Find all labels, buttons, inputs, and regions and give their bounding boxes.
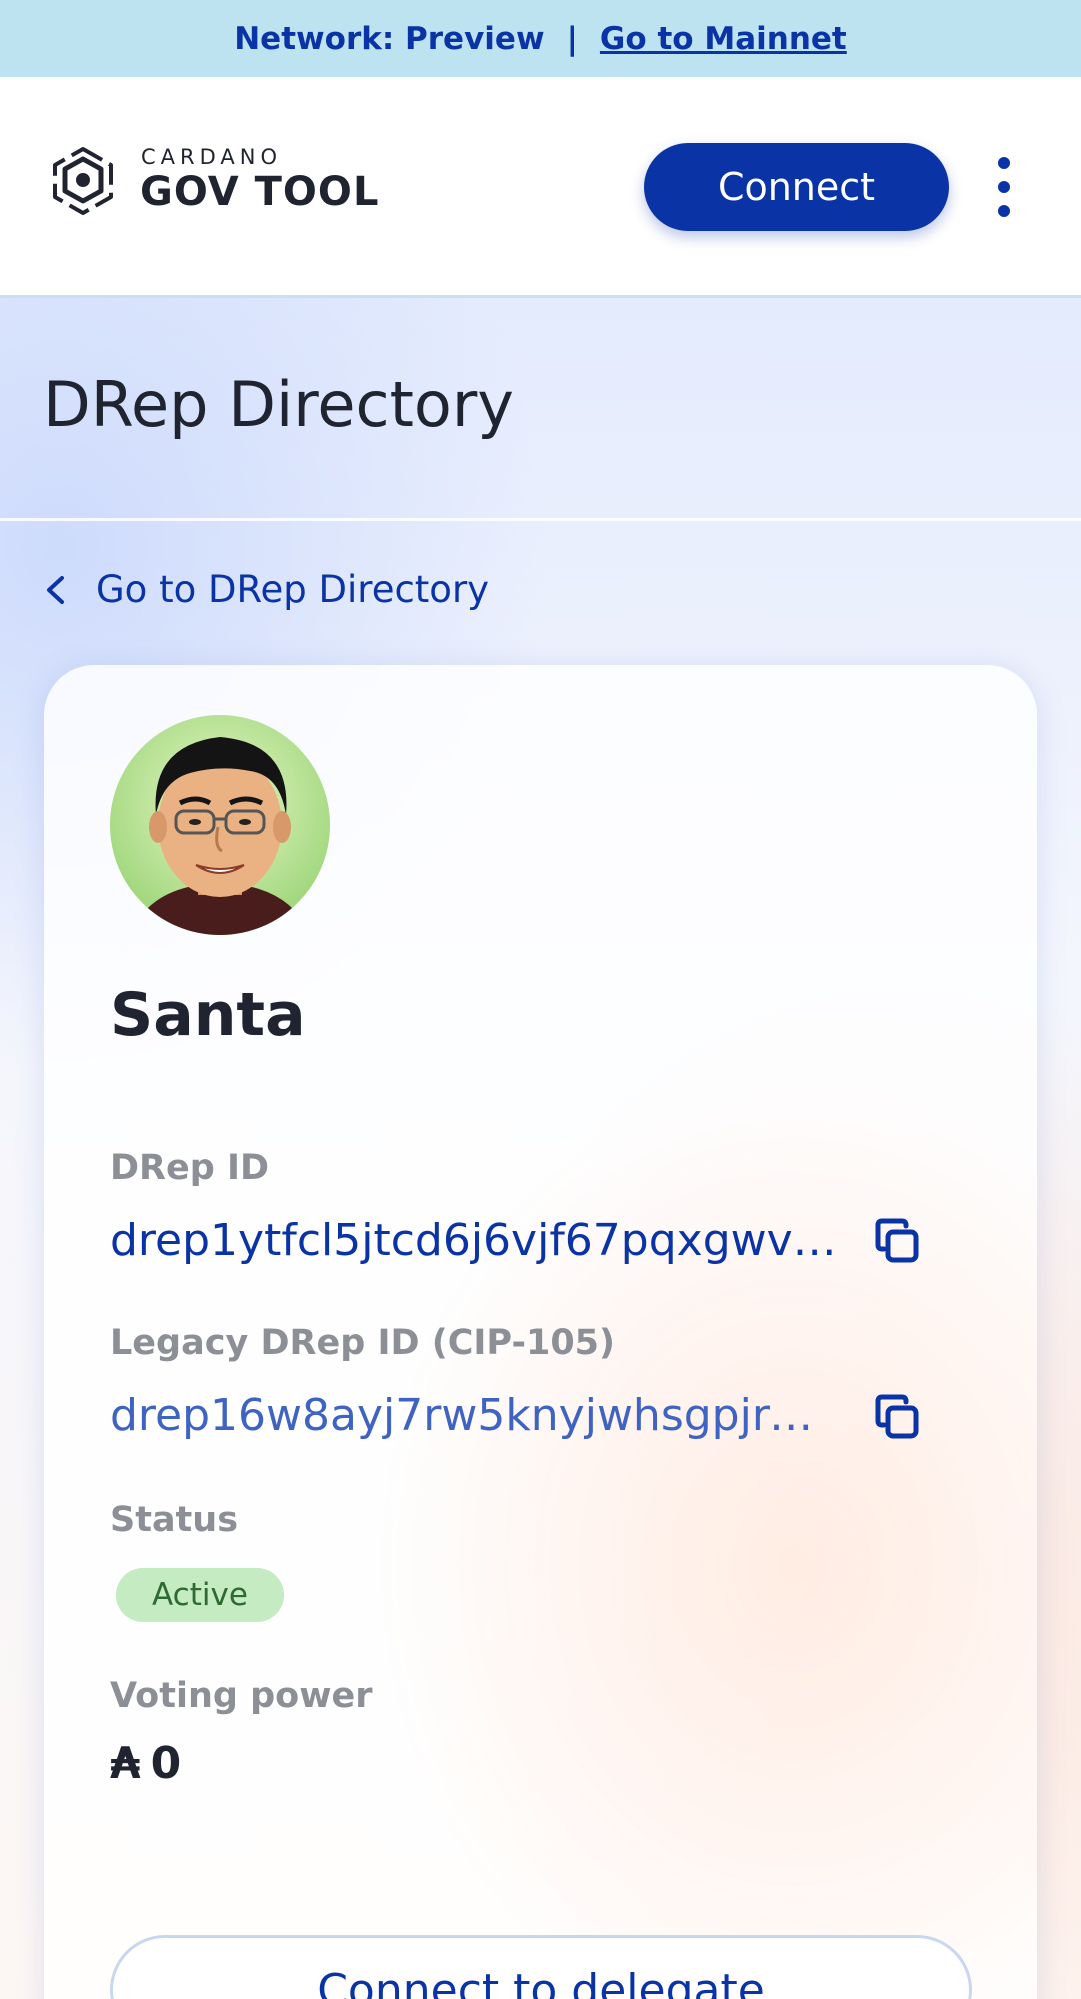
drep-avatar [110,715,330,935]
top-header: CARDANO GOV TOOL Connect [0,77,1081,298]
drep-id-label: DRep ID [110,1148,270,1188]
network-separator: | [566,20,578,57]
page-title: DRep Directory [43,368,514,441]
go-to-mainnet-link[interactable]: Go to Mainnet [600,21,847,57]
cartoon-portrait-avatar [110,715,330,935]
cardano-govtool-logo[interactable]: CARDANO GOV TOOL [43,145,383,225]
legacy-drep-id-label: Legacy DRep ID (CIP-105) [110,1323,616,1363]
ada-currency-icon: ₳ [110,1738,141,1789]
back-to-directory-link[interactable]: Go to DRep Directory [40,568,489,611]
chevron-left-icon [47,575,64,604]
logo-brand-main: GOV TOOL [140,169,380,215]
voting-power-label: Voting power [110,1676,373,1716]
drep-name: Santa [110,980,306,1050]
drep-id-value[interactable]: drep1ytfcl5jtcd6j6vjf67pqxgwv7… [110,1215,840,1266]
copy-legacy-drep-id-icon[interactable] [872,1392,924,1444]
status-label: Status [110,1500,239,1540]
connect-to-delegate-button[interactable]: Connect to delegate [110,1935,972,1999]
voting-power-value: ₳ 0 [110,1738,181,1789]
cardano-hexagon-logo-icon [53,147,113,215]
voting-power-amount: 0 [150,1738,182,1789]
network-bar: Network: Preview | Go to Mainnet [0,0,1081,77]
copy-drep-id-icon[interactable] [872,1216,924,1268]
logo-brand-top: CARDANO [141,145,283,169]
network-label: Network: Preview [234,20,545,57]
menu-dot [998,181,1010,193]
kebab-menu-icon[interactable] [990,157,1018,217]
menu-dot [998,157,1010,169]
status-badge: Active [116,1568,284,1622]
legacy-drep-id-value[interactable]: drep16w8ayj7rw5knyjwhsgpjrn8… [110,1390,840,1441]
connect-wallet-button[interactable]: Connect [644,143,949,231]
drep-details-card: Santa DRep ID drep1ytfcl5jtcd6j6vjf67pqx… [44,665,1037,1999]
menu-dot [998,205,1010,217]
page-title-section: DRep Directory [0,298,1081,521]
back-link-label: Go to DRep Directory [96,568,490,611]
